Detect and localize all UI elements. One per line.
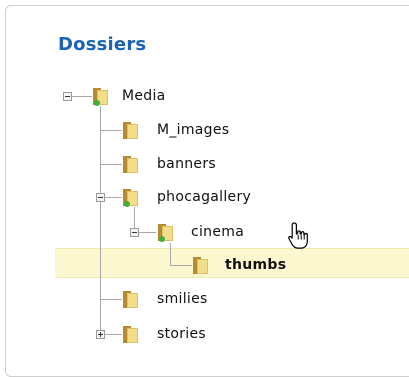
folder-icon <box>120 119 142 141</box>
tree-item-thumbs[interactable]: thumbs <box>225 257 286 273</box>
folder-tree: Media M_images banners phocagallery cine… <box>0 0 409 361</box>
collapse-toggle-phocagallery[interactable] <box>96 193 105 202</box>
tree-line <box>170 243 171 266</box>
folder-icon <box>120 288 142 310</box>
tree-line <box>100 164 122 165</box>
tree-item-stories[interactable]: stories <box>157 326 206 342</box>
folder-open-icon <box>120 186 142 208</box>
tree-item-phocagallery[interactable]: phocagallery <box>157 189 251 205</box>
tree-line <box>100 299 122 300</box>
tree-item-media[interactable]: Media <box>122 88 166 104</box>
collapse-toggle-cinema[interactable] <box>130 228 139 237</box>
tree-line <box>100 130 122 131</box>
tree-item-m-images[interactable]: M_images <box>157 122 229 138</box>
tree-line <box>170 265 192 266</box>
folder-icon <box>190 254 212 276</box>
folder-open-icon <box>155 221 177 243</box>
folder-icon <box>120 153 142 175</box>
collapse-toggle-media[interactable] <box>63 92 72 101</box>
tree-item-banners[interactable]: banners <box>157 156 216 172</box>
hand-pointer-icon <box>286 221 312 257</box>
tree-item-smilies[interactable]: smilies <box>157 291 208 307</box>
folder-icon <box>120 323 142 345</box>
tree-item-cinema[interactable]: cinema <box>191 224 244 240</box>
tree-line <box>100 106 101 335</box>
folder-open-icon <box>90 85 112 107</box>
expand-toggle-stories[interactable] <box>96 330 105 339</box>
